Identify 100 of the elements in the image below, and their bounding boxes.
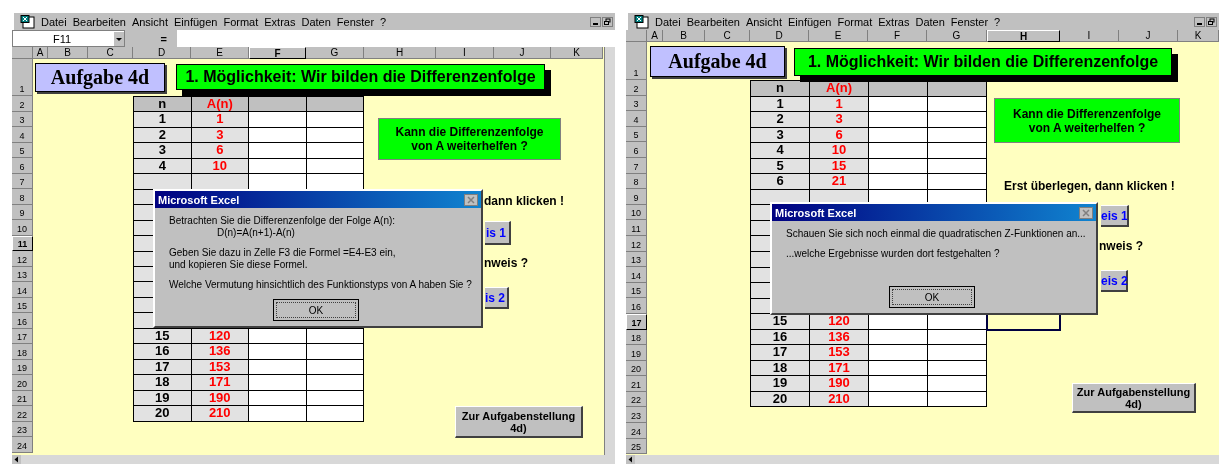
minimize-icon[interactable] (1194, 16, 1205, 27)
spreadsheet-icon[interactable] (20, 14, 36, 29)
menu-item[interactable]: Ansicht (128, 14, 171, 29)
menu-item[interactable]: Fenster (333, 14, 378, 29)
row-header[interactable]: 22 (12, 406, 33, 422)
column-header[interactable]: J (494, 47, 551, 59)
column-header[interactable]: K (1178, 30, 1219, 42)
dialog-message-line: Betrachten Sie die Differenzenfolge der Folge A(n): (169, 215, 397, 227)
spreadsheet-icon[interactable] (634, 14, 650, 29)
table-cell (928, 174, 987, 190)
row-header[interactable]: 1 (626, 42, 647, 80)
menu-item[interactable]: Format (834, 14, 876, 29)
column-header[interactable]: G (927, 30, 987, 42)
column-header[interactable]: C (705, 30, 750, 42)
menu-item[interactable]: ? (377, 14, 390, 29)
column-header[interactable]: A (647, 30, 663, 42)
menu-item[interactable]: Daten (912, 14, 948, 29)
horizontal-scrollbar[interactable] (626, 455, 1219, 464)
column-header[interactable]: H (987, 30, 1060, 42)
column-header[interactable]: D (133, 47, 191, 59)
table-cell (306, 112, 364, 128)
ok-button[interactable]: OK (889, 286, 975, 308)
question-button[interactable]: Kann die Differenzenfolge von A weiterhelfen ? (994, 98, 1180, 143)
table-cell: 1 (191, 112, 249, 128)
row-header[interactable]: 8 (12, 189, 33, 205)
ok-button[interactable]: OK (273, 299, 359, 321)
row-header[interactable]: 2 (12, 96, 33, 112)
table-cell (869, 143, 928, 159)
row-header[interactable]: 11 (626, 220, 647, 236)
table-cell: 21 (810, 174, 869, 190)
column-header[interactable]: G (306, 47, 364, 59)
column-header[interactable]: D (750, 30, 809, 42)
table-cell (306, 406, 364, 422)
menu-item[interactable]: Einfügen (785, 14, 835, 29)
minimize-icon[interactable] (590, 16, 601, 27)
row-header[interactable]: 14 (626, 267, 647, 283)
menu-item[interactable]: Einfügen (171, 14, 221, 29)
row-header[interactable]: 24 (626, 423, 647, 439)
row-header[interactable]: 12 (12, 251, 33, 267)
column-header[interactable]: F (868, 30, 927, 42)
row-header[interactable]: 19 (626, 345, 647, 361)
table-cell: 190 (810, 376, 869, 392)
row-header[interactable]: 14 (12, 282, 33, 298)
column-header[interactable]: I (1060, 30, 1119, 42)
menu-item[interactable]: Format (220, 14, 262, 29)
row-header[interactable]: 24 (12, 437, 33, 453)
column-header[interactable]: K (551, 47, 603, 59)
column-header[interactable]: E (809, 30, 868, 42)
column-header[interactable]: H (364, 47, 436, 59)
horizontal-scrollbar[interactable] (12, 455, 615, 464)
row-header[interactable]: 21 (626, 376, 647, 392)
column-header[interactable]: B (663, 30, 705, 42)
hint-button[interactable]: is 1 (485, 221, 511, 245)
row-header[interactable]: 2 (626, 80, 647, 96)
back-button[interactable]: Zur Aufgabenstellung 4d) (455, 406, 583, 438)
menu-item[interactable]: Datei (652, 14, 684, 29)
menu-item[interactable]: Extras (261, 14, 299, 29)
question-button[interactable]: Kann die Differenzenfolge von A weiterhelfen ? (378, 118, 561, 160)
vertical-scrollbar[interactable] (604, 47, 615, 455)
column-header[interactable]: I (436, 47, 494, 59)
row-header[interactable]: 6 (12, 158, 33, 174)
restore-icon[interactable] (602, 16, 613, 27)
dialog-title: Microsoft Excel (158, 193, 240, 206)
row-header[interactable]: 9 (626, 189, 647, 205)
row-header[interactable]: 1 (12, 59, 33, 96)
table-cell: 4 (751, 143, 810, 159)
menu-item[interactable]: Daten (298, 14, 334, 29)
back-button[interactable]: Zur Aufgabenstellung 4d) (1072, 383, 1196, 413)
menu-item[interactable]: Datei (38, 14, 70, 29)
dialog-message-line: Schauen Sie sich noch einmal die quadratischen Z-Funktionen an... (786, 228, 1087, 240)
row-header[interactable]: 6 (626, 142, 647, 158)
row-header[interactable]: 20 (12, 375, 33, 391)
row-header[interactable]: 4 (626, 111, 647, 127)
menu-item[interactable]: Fenster (947, 14, 992, 29)
menu-item[interactable]: Extras (875, 14, 913, 29)
menu-item[interactable]: Bearbeiten (683, 14, 743, 29)
hint-question-text: nweis ? (1099, 239, 1143, 253)
row-header[interactable]: 16 (626, 298, 647, 314)
row-header[interactable]: 23 (626, 407, 647, 424)
menu-item[interactable]: ? (991, 14, 1004, 29)
name-box[interactable]: F11 (12, 30, 125, 47)
scroll-left-icon[interactable] (626, 455, 635, 464)
restore-icon[interactable] (1206, 16, 1217, 27)
column-header[interactable]: C (88, 47, 133, 59)
row-header[interactable]: 4 (12, 127, 33, 143)
menu-item[interactable]: Ansicht (742, 14, 785, 29)
scroll-left-icon[interactable] (12, 455, 21, 464)
formula-field[interactable] (177, 30, 615, 47)
column-header[interactable]: E (191, 47, 249, 59)
table-cell (306, 344, 364, 360)
column-header[interactable]: A (33, 47, 48, 59)
row-header[interactable]: 16 (12, 313, 33, 329)
column-header[interactable]: J (1119, 30, 1178, 42)
table-cell (869, 112, 928, 128)
menu-item[interactable]: Bearbeiten (69, 14, 129, 29)
hint-button[interactable]: is 2 (485, 287, 509, 309)
row-header[interactable]: 10 (12, 220, 33, 236)
row-header[interactable]: 18 (12, 344, 33, 360)
column-header[interactable]: B (48, 47, 88, 59)
column-header[interactable]: F (249, 47, 306, 59)
